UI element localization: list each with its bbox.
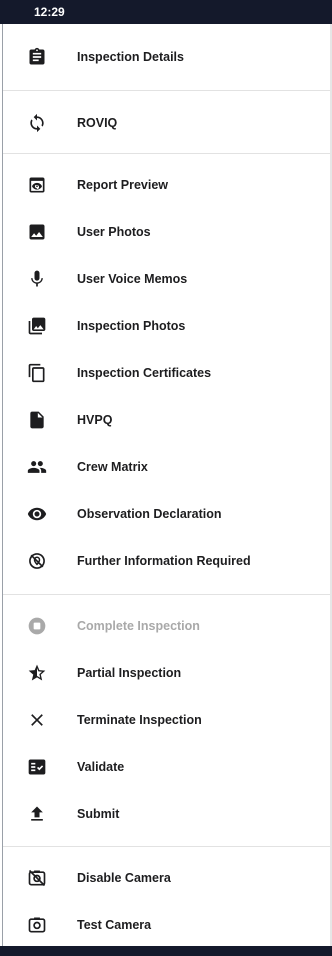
menu-item-inspection-details[interactable]: Inspection Details <box>3 37 332 77</box>
location-off-icon <box>27 551 47 571</box>
menu-item-complete-inspection[interactable]: Complete Inspection <box>3 606 332 646</box>
menu-item-validate[interactable]: Validate <box>3 747 332 787</box>
menu-item-label: ROVIQ <box>77 116 118 130</box>
menu-item-terminate-inspection[interactable]: Terminate Inspection <box>3 700 332 740</box>
menu-item-label: Further Information Required <box>77 554 251 568</box>
menu-item-label: Validate <box>77 760 125 774</box>
section-divider <box>3 846 332 847</box>
menu-item-label: Complete Inspection <box>77 619 200 633</box>
fact-check-icon <box>27 757 47 777</box>
photo-library-icon <box>27 316 47 336</box>
status-time: 12:29 <box>34 5 65 19</box>
menu-item-label: HVPQ <box>77 413 113 427</box>
image-icon <box>27 222 47 242</box>
microphone-icon <box>27 269 47 289</box>
menu-item-label: User Voice Memos <box>77 272 188 286</box>
menu-item-label: Partial Inspection <box>77 666 182 680</box>
menu-item-further-information-required[interactable]: Further Information Required <box>3 541 332 581</box>
menu-item-submit[interactable]: Submit <box>3 794 332 834</box>
close-icon <box>27 710 47 730</box>
section-divider <box>3 153 332 154</box>
section-divider <box>3 90 332 91</box>
menu-item-user-photos[interactable]: User Photos <box>3 212 332 252</box>
menu-item-label: Inspection Photos <box>77 319 186 333</box>
menu-item-crew-matrix[interactable]: Crew Matrix <box>3 447 332 487</box>
menu-item-report-preview[interactable]: Report Preview <box>3 165 332 205</box>
menu-item-label: Inspection Details <box>77 50 184 64</box>
navigation-drawer: Inspection Details ROVIQ Report Preview … <box>2 24 332 946</box>
menu-item-label: Submit <box>77 807 120 821</box>
clipboard-icon <box>27 47 47 67</box>
menu-item-label: Observation Declaration <box>77 507 222 521</box>
half-star-icon <box>27 663 47 683</box>
menu-item-label: User Photos <box>77 225 151 239</box>
menu-item-label: Inspection Certificates <box>77 366 212 380</box>
document-icon <box>27 410 47 430</box>
stop-circle-icon <box>27 616 47 636</box>
menu-item-roviq[interactable]: ROVIQ <box>3 103 332 143</box>
menu-item-test-camera[interactable]: Test Camera <box>3 905 332 945</box>
preview-icon <box>27 175 47 195</box>
eye-icon <box>27 504 47 524</box>
menu-item-label: Crew Matrix <box>77 460 148 474</box>
menu-item-label: Test Camera <box>77 918 152 932</box>
menu-item-hvpq[interactable]: HVPQ <box>3 400 332 440</box>
menu-item-user-voice-memos[interactable]: User Voice Memos <box>3 259 332 299</box>
copy-icon <box>27 363 47 383</box>
menu-item-label: Disable Camera <box>77 871 171 885</box>
status-bar: 12:29 <box>0 0 332 24</box>
menu-item-label: Terminate Inspection <box>77 713 202 727</box>
menu-item-observation-declaration[interactable]: Observation Declaration <box>3 494 332 534</box>
menu-item-disable-camera[interactable]: Disable Camera <box>3 858 332 898</box>
menu-item-inspection-certificates[interactable]: Inspection Certificates <box>3 353 332 393</box>
people-icon <box>27 457 47 477</box>
menu-item-inspection-photos[interactable]: Inspection Photos <box>3 306 332 346</box>
menu-item-partial-inspection[interactable]: Partial Inspection <box>3 653 332 693</box>
upload-icon <box>27 804 47 824</box>
no-camera-icon <box>27 868 47 888</box>
camera-icon <box>27 915 47 935</box>
section-divider <box>3 594 332 595</box>
navigation-bar <box>0 946 332 956</box>
sync-icon <box>27 113 47 133</box>
menu-item-label: Report Preview <box>77 178 169 192</box>
